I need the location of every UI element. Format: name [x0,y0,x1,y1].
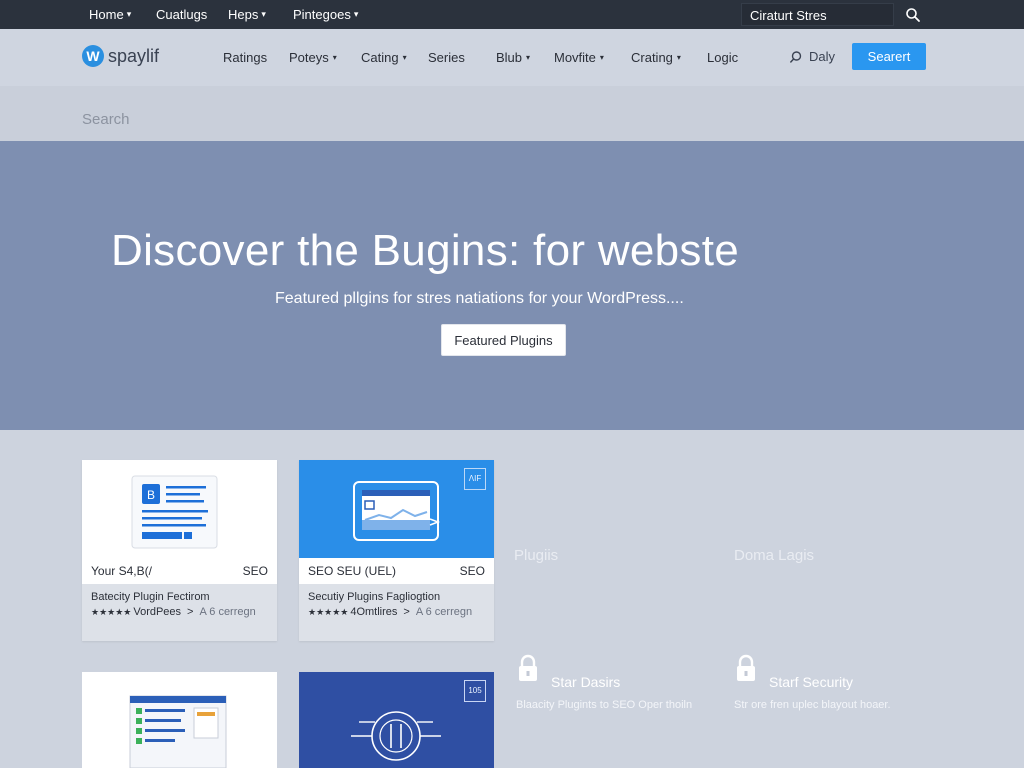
lock-icon [737,654,755,681]
topbar-item-label: Home [89,7,124,22]
nav-item-label: Crating [631,50,673,65]
plugin-card[interactable]: 105 [299,672,494,768]
rating-text: VordPees [133,606,182,618]
chevron-down-icon: ▾ [599,53,604,62]
nav-item-label: Poteys [289,50,329,65]
topbar-item-catalogs[interactable]: Cuatlugs [156,7,207,22]
card-footer: Secutiy Plugins Fagliogtion ★★★★★ 4Omtli… [299,584,494,641]
hero-section: Discover the Bugins: for webste Featured… [0,141,1024,430]
hero-subtitle: Featured pllgins for stres natiations fo… [275,290,684,307]
plugin-card[interactable] [82,672,277,768]
card-badge: 105 [464,680,486,702]
nav-item-label: Movfite [554,50,596,65]
lock-icon [519,654,537,681]
chevron-down-icon: ▾ [353,9,359,19]
feature-title: Starf Security [769,674,854,690]
category-label[interactable]: Doma Lagis [734,547,814,564]
plugin-thumbnail: B [82,460,277,558]
nav-item-blub[interactable]: Blub ▾ [496,50,530,65]
search-button[interactable]: Searert [852,43,926,70]
brand-name: spaylif [108,45,160,66]
dashboard-screenshot-icon [129,695,227,768]
nav-item-label: Series [428,50,465,65]
card-category: SEO [459,564,485,578]
search-band: Search [0,86,1024,141]
topbar-item-label: Heps [228,7,259,22]
star-rating: ★★★★★ [91,606,132,617]
arrow-icon: > [403,606,410,618]
arrow-icon: > [187,606,194,618]
nav-item-logic[interactable]: Logic [707,50,738,65]
document-icon: B [131,475,218,549]
card-badge: ΛIF [464,468,486,490]
logo-mark: W [82,45,104,67]
card-footer: Batecity Plugin Fectirom ★★★★★ VordPees … [82,584,277,641]
nav-item-label: Ratings [223,50,268,65]
nav-item-series[interactable]: Series [428,50,465,65]
card-extra: A 6 cerregn [415,606,473,618]
chevron-down-icon: ▾ [676,53,681,62]
search-input[interactable]: Search [82,111,130,128]
nav-item-label: Cating [361,50,399,65]
card-label: SEO SEU (UEL) [308,564,397,578]
topbar-item-categories[interactable]: Pintegoes ▾ [293,7,358,22]
chevron-down-icon: ▾ [526,53,531,62]
plugin-card[interactable]: ΛIF SEO SEU (UEL) SEO Secutiy Plugins Fa… [299,460,494,641]
daily-label: Daly [809,49,836,64]
star-rating: ★★★★★ [308,606,349,617]
search-icon[interactable] [904,6,922,24]
feature-title: Star Dasirs [551,674,621,690]
nav-item-label: Blub [496,50,523,65]
topbar-search-input[interactable]: Ciraturt Stres [741,3,894,26]
card-category: SEO [242,564,268,578]
card-label: Your S4,B(/ [91,564,152,578]
topbar-search-value: Ciraturt Stres [750,8,827,23]
chevron-down-icon: ▾ [332,53,337,62]
svg-text:B: B [147,488,155,502]
nav-item-cating[interactable]: Cating ▾ [361,50,407,65]
topbar-item-help[interactable]: Heps ▾ [228,7,266,22]
topbar-item-home[interactable]: Home ▾ [89,7,131,22]
plugin-card[interactable]: B Your S4,B(/ SEO Batecity Plugin Fectir… [82,460,277,641]
plugin-thumbnail: ΛIF [299,460,494,558]
top-bar: Home ▾ Cuatlugs Heps ▾ Pintegoes ▾ Cirat… [0,0,1024,29]
brand-logo[interactable]: W spaylif [82,45,159,67]
daily-link[interactable]: Daly [789,49,835,64]
nav-item-poteys[interactable]: Poteys ▾ [289,50,337,65]
main-nav: W spaylif Ratings Poteys ▾ Cating ▾ Seri… [0,29,1024,86]
nav-item-movfite[interactable]: Movfite ▾ [554,50,604,65]
chevron-down-icon: ▾ [126,9,132,19]
hero-title: Discover the Bugins: for webste [111,226,740,275]
feature-description: Blaacity Plugints to SEO Oper thoiln [516,699,693,711]
topbar-item-label: Cuatlugs [156,7,208,22]
chevron-down-icon: ▾ [402,53,407,62]
nav-item-crating[interactable]: Crating ▾ [631,50,681,65]
nav-item-label: Logic [707,50,739,65]
feature-description: Str ore fren uplec blayout hoaer. [734,699,891,711]
card-extra: A 6 cerregn [199,606,256,618]
chevron-down-icon: ▾ [261,9,266,19]
card-title: Batecity Plugin Fectirom [91,591,210,603]
card-title: Secutiy Plugins Fagliogtion [308,591,441,603]
category-label[interactable]: Plugiis [514,547,558,564]
search-icon [790,50,802,63]
nav-item-ratings[interactable]: Ratings [223,50,267,65]
featured-plugins-button[interactable]: Featured Plugins [441,324,566,356]
topbar-item-label: Pintegoes [293,7,351,22]
rating-text: 4Omtlires [350,606,398,618]
